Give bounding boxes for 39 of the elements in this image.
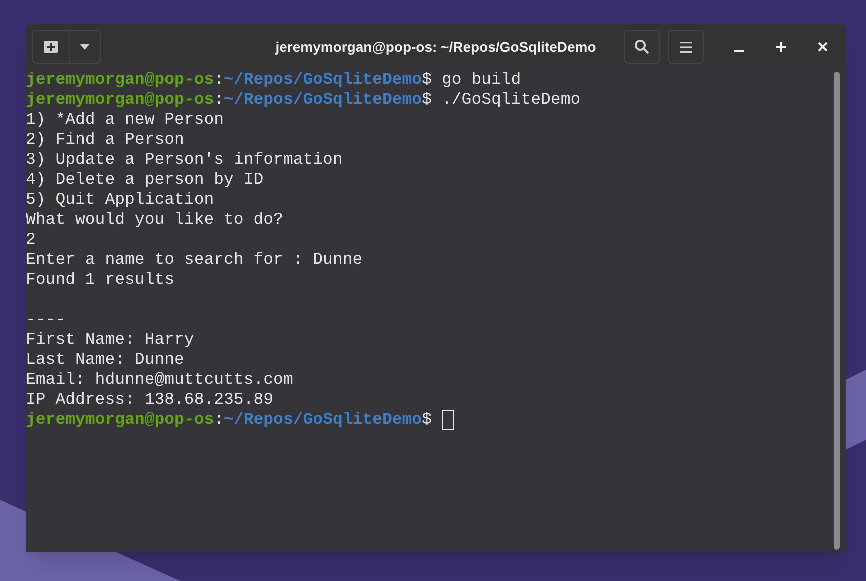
prompt-user: jeremymorgan@pop-os <box>26 90 214 110</box>
prompt-user: jeremymorgan@pop-os <box>26 70 214 90</box>
command-text: go build <box>442 70 522 90</box>
output-line: What would you like to do? <box>26 210 284 230</box>
prompt-path: ~/Repos/GoSqliteDemo <box>224 70 422 90</box>
prompt-separator: : <box>214 70 224 90</box>
output-line: IP Address: 138.68.235.89 <box>26 390 275 410</box>
prompt-separator: : <box>214 90 224 110</box>
minimize-icon <box>734 50 744 52</box>
caret-icon <box>80 44 90 50</box>
output-line: Email: hdunne@muttcutts.com <box>26 370 294 390</box>
prompt-path: ~/Repos/GoSqliteDemo <box>224 410 422 430</box>
plus-icon <box>776 42 786 52</box>
output-line: ---- <box>26 310 67 330</box>
prompt-separator: : <box>214 410 224 430</box>
output-line: First Name: Harry <box>26 330 196 350</box>
output-line: 3) Update a Person's information <box>26 150 344 170</box>
window-title: jeremymorgan@pop-os: ~/Repos/GoSqliteDemo <box>274 38 598 57</box>
output-line: 4) Delete a person by ID <box>26 170 265 190</box>
menu-button[interactable] <box>668 30 704 64</box>
prompt-path: ~/Repos/GoSqliteDemo <box>224 90 422 110</box>
scrollbar[interactable] <box>834 72 840 550</box>
output-line: 2 <box>26 230 37 250</box>
output-line: Enter a name to search for : Dunne <box>26 250 364 270</box>
search-button[interactable] <box>624 30 660 64</box>
output-line: 1) *Add a new Person <box>26 110 226 130</box>
command-text: ./GoSqliteDemo <box>442 90 581 110</box>
close-icon <box>818 42 828 52</box>
output-line: Last Name: Dunne <box>26 350 186 370</box>
new-tab-icon <box>43 40 59 54</box>
prompt-symbol: $ <box>422 90 432 110</box>
output-line: Found 1 results <box>26 270 176 290</box>
search-icon <box>634 39 650 55</box>
menu-icon <box>680 42 692 52</box>
prompt-symbol: $ <box>422 410 432 430</box>
prompt-symbol: $ <box>422 70 432 90</box>
prompt-user: jeremymorgan@pop-os <box>26 410 214 430</box>
output-line: 2) Find a Person <box>26 130 186 150</box>
output-line: 5) Quit Application <box>26 190 216 210</box>
